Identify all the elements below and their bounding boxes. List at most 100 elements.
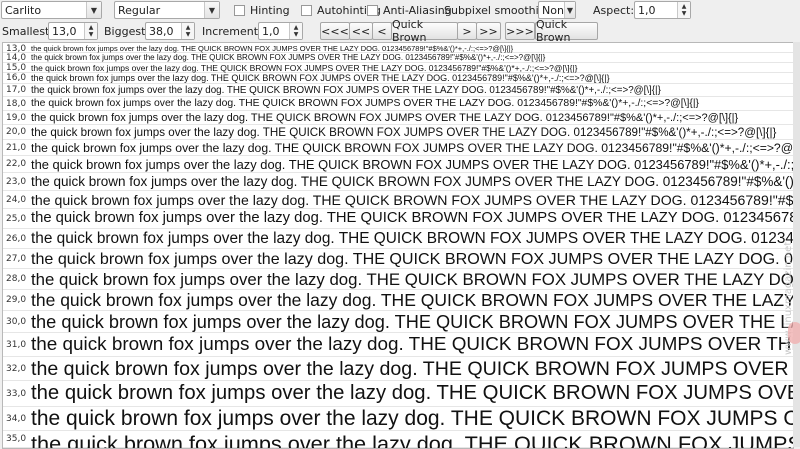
row-sample-text: the quick brown fox jumps over the lazy …	[31, 125, 777, 139]
antialiasing-checkbox[interactable]: Anti-Aliasing	[367, 4, 452, 17]
next-page-button[interactable]: >>	[476, 22, 501, 40]
aspect-spinbox[interactable]: 1,0 ▲ ▼	[634, 1, 691, 19]
prev-button[interactable]: <	[372, 22, 392, 40]
preview-row: 32,0 the quick brown fox jumps over the l…	[3, 357, 793, 381]
preview-row: 24,0 the quick brown fox jumps over the l…	[3, 191, 794, 209]
preview-row: 31,0 the quick brown fox jumps over the l…	[3, 333, 793, 357]
preview-row: 17,0 the quick brown fox jumps over the l…	[3, 84, 793, 97]
biggest-spinbox[interactable]: 38,0 ▲ ▼	[145, 22, 195, 40]
row-sample-text: the quick brown fox jumps over the lazy …	[31, 63, 578, 74]
prev-page-button[interactable]: <<	[349, 22, 373, 40]
row-size-label: 19,0	[6, 112, 27, 123]
preview-row: 18,0 the quick brown fox jumps over the l…	[3, 97, 793, 111]
preview-row: 19,0 the quick brown fox jumps over the l…	[3, 111, 793, 125]
hinting-checkbox[interactable]: Hinting	[234, 4, 290, 17]
spin-arrows-icon[interactable]: ▲ ▼	[289, 23, 302, 39]
row-sample-text: the quick brown fox jumps over the lazy …	[31, 140, 794, 155]
chevron-down-icon: ▼	[564, 2, 575, 18]
row-sample-text: the quick brown fox jumps over the lazy …	[31, 44, 514, 54]
subpixel-combo[interactable]: None ▼	[538, 1, 576, 19]
row-sample-text: the quick brown fox jumps over the lazy …	[31, 269, 794, 289]
font-preview: 13,0 the quick brown fox jumps over the l…	[2, 42, 794, 449]
preview-row: 34,0 the quick brown fox jumps over the l…	[3, 407, 793, 431]
row-size-label: 35,0	[6, 434, 27, 444]
spin-arrows-icon[interactable]: ▲ ▼	[84, 23, 97, 39]
row-size-label: 20,0	[6, 127, 27, 137]
biggest-value: 38,0	[149, 24, 174, 38]
increment-spinbox[interactable]: 1,0 ▲ ▼	[258, 22, 303, 40]
row-size-label: 16,0	[6, 73, 27, 83]
preview-row: 33,0 the quick brown fox jumps over the l…	[3, 381, 793, 407]
row-sample-text: the quick brown fox jumps over the lazy …	[31, 84, 661, 96]
row-size-label: 26,0	[6, 233, 27, 244]
increment-label: Increment:	[202, 25, 262, 38]
preview-row: 14,0 the quick brown fox jumps over the l…	[3, 53, 793, 63]
row-size-label: 29,0	[6, 295, 27, 305]
row-size-label: 31,0	[6, 339, 27, 350]
row-size-label: 24,0	[6, 194, 27, 205]
increment-value: 1,0	[262, 24, 280, 38]
next-button[interactable]: >	[457, 22, 477, 40]
font-family-combo[interactable]: Carlito ▼	[1, 1, 102, 19]
spin-arrows-icon[interactable]: ▲ ▼	[677, 2, 690, 18]
row-size-label: 25,0	[6, 213, 27, 224]
chevron-down-icon: ▼	[204, 2, 219, 18]
row-sample-text: the quick brown fox jumps over the lazy …	[31, 210, 794, 227]
antialiasing-label: Anti-Aliasing	[383, 4, 452, 17]
row-sample-text: the quick brown fox jumps over the lazy …	[31, 249, 794, 268]
row-size-label: 18,0	[6, 98, 27, 109]
preview-row: 26,0 the quick brown fox jumps over the l…	[3, 229, 794, 249]
row-size-label: 27,0	[6, 253, 27, 264]
preview-row: 29,0 the quick brown fox jumps over the l…	[3, 290, 794, 311]
row-size-label: 33,0	[6, 388, 27, 399]
preview-row: 28,0 the quick brown fox jumps over the l…	[3, 269, 794, 290]
hinting-label: Hinting	[250, 4, 290, 17]
text-selector[interactable]: Quick Brown	[391, 18, 458, 44]
preview-row: 21,0 the quick brown fox jumps over the l…	[3, 140, 794, 156]
row-size-label: 32,0	[6, 363, 27, 374]
row-size-label: 22,0	[6, 159, 27, 169]
preview-row: 23,0 the quick brown fox jumps over the l…	[3, 173, 794, 191]
font-style-combo[interactable]: Regular ▼	[114, 1, 220, 19]
row-sample-text: the quick brown fox jumps over the lazy …	[31, 334, 793, 356]
row-sample-text: the quick brown fox jumps over the lazy …	[31, 290, 794, 311]
watermark: www.linuxmagazin.net	[783, 241, 794, 355]
preview-row: 15,0 the quick brown fox jumps over the l…	[3, 63, 793, 74]
spin-arrows-icon[interactable]: ▲ ▼	[181, 23, 194, 39]
preview-row: 16,0 the quick brown fox jumps over the l…	[3, 73, 793, 84]
row-sample-text: the quick brown fox jumps over the lazy …	[31, 230, 794, 248]
row-sample-text: the quick brown fox jumps over the lazy …	[31, 98, 700, 110]
quick-brown-button[interactable]: Quick Brown	[535, 18, 598, 44]
row-sample-text: the quick brown fox jumps over the lazy …	[31, 382, 793, 405]
row-sample-text: the quick brown fox jumps over the lazy …	[31, 431, 793, 449]
row-sample-text: the quick brown fox jumps over the lazy …	[31, 111, 739, 124]
row-sample-text: the quick brown fox jumps over the lazy …	[31, 174, 794, 190]
smallest-value: 13,0	[52, 24, 77, 38]
preview-row: 20,0 the quick brown fox jumps over the l…	[3, 125, 793, 140]
aspect-value: 1,0	[638, 3, 656, 17]
checkbox-icon	[301, 5, 312, 16]
chevron-down-icon: ▼	[86, 2, 101, 18]
smallest-spinbox[interactable]: 13,0 ▲ ▼	[48, 22, 98, 40]
row-size-label: 21,0	[6, 142, 27, 153]
aspect-label: Aspect:	[593, 4, 635, 17]
row-size-label: 34,0	[6, 413, 27, 424]
row-sample-text: the quick brown fox jumps over the lazy …	[31, 53, 546, 63]
row-size-label: 23,0	[6, 176, 27, 187]
preview-row: 30,0 the quick brown fox jumps over the l…	[3, 311, 793, 333]
row-size-label: 15,0	[6, 63, 27, 73]
last-button[interactable]: >>>	[505, 22, 535, 40]
row-sample-text: the quick brown fox jumps over the lazy …	[31, 357, 793, 380]
row-size-label: 14,0	[6, 53, 27, 63]
row-size-label: 28,0	[6, 274, 27, 284]
biggest-label: Biggest:	[104, 25, 150, 38]
row-size-label: 30,0	[6, 316, 27, 327]
row-sample-text: the quick brown fox jumps over the lazy …	[31, 191, 794, 208]
smallest-label: Smallest:	[2, 25, 54, 38]
first-button[interactable]: <<<	[320, 22, 350, 40]
row-sample-text: the quick brown fox jumps over the lazy …	[31, 407, 793, 430]
row-sample-text: the quick brown fox jumps over the lazy …	[31, 311, 793, 332]
checkbox-icon	[367, 5, 378, 16]
row-size-label: 17,0	[6, 85, 27, 95]
preview-row: 22,0 the quick brown fox jumps over the l…	[3, 156, 793, 173]
